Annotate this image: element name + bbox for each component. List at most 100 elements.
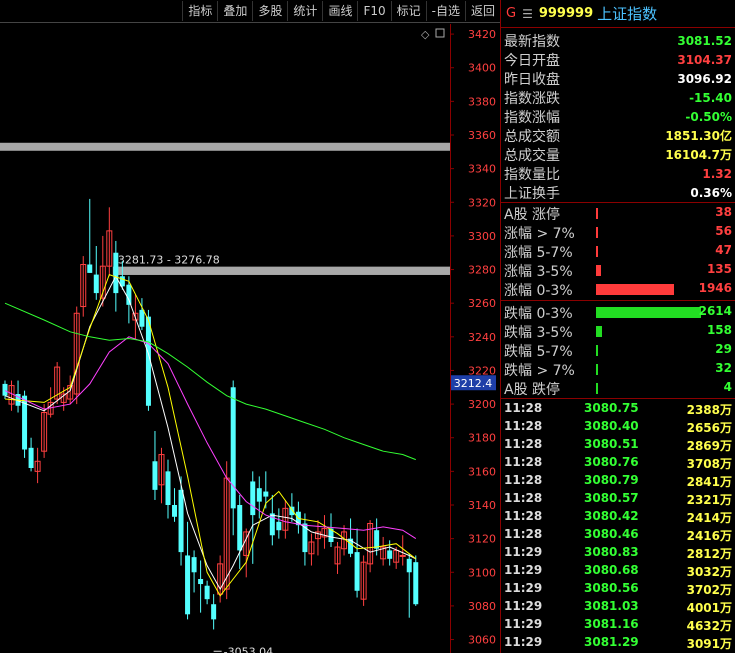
breadth-row: 跌幅 > 7% 32: [504, 360, 732, 379]
tick-price: 3080.51: [584, 437, 639, 451]
tick-volume: 3708万: [686, 457, 732, 471]
tick-price: 3080.79: [584, 473, 639, 487]
tick-row[interactable]: 11:29 3081.16 4632万: [504, 617, 732, 635]
quote-label: 指数量比: [504, 166, 560, 183]
tick-time: 11:29: [504, 545, 543, 559]
quote-value: 16104.7万: [665, 148, 732, 162]
tick-price: 3080.75: [584, 401, 639, 415]
quote-row: 总成交额 1851.30亿: [504, 126, 732, 145]
tick-time: 11:29: [504, 635, 543, 649]
candle-body-down: [256, 488, 262, 502]
tick-row[interactable]: 11:28 3080.76 3708万: [504, 455, 732, 473]
square-icon: [435, 28, 445, 38]
current-price-label: 3212.4: [454, 377, 493, 390]
breadth-count: 29: [715, 342, 732, 356]
tick-time: 11:28: [504, 437, 543, 451]
quote-value: 3081.52: [677, 33, 732, 48]
tick-time: 11:29: [504, 581, 543, 595]
breadth-label: 跌幅 5-7%: [504, 344, 573, 360]
tick-row[interactable]: 11:28 3080.51 2869万: [504, 437, 732, 455]
quote-label: 指数涨跌: [504, 90, 560, 107]
tick-price: 3081.29: [584, 635, 639, 649]
tick-row[interactable]: 11:28 3080.46 2416万: [504, 527, 732, 545]
candle-body-down: [387, 550, 393, 559]
tick-row[interactable]: 11:28 3080.57 2321万: [504, 491, 732, 509]
y-tick-label: 3340: [468, 163, 496, 176]
quote-value: 0.36%: [690, 185, 732, 200]
y-tick-label: 3360: [468, 129, 496, 142]
menu-icon[interactable]: ☰: [522, 7, 533, 21]
tick-time: 11:28: [504, 455, 543, 469]
tick-row[interactable]: 11:29 3081.03 4001万: [504, 599, 732, 617]
tick-volume: 4001万: [686, 601, 732, 615]
breadth-row: 跌幅 5-7% 29: [504, 341, 732, 360]
breadth-count: 2614: [698, 304, 732, 318]
candle-body-down: [204, 585, 210, 600]
candle-body-down: [374, 530, 380, 549]
quote-label: 总成交量: [504, 147, 560, 164]
tick-row[interactable]: 11:28 3080.79 2841万: [504, 473, 732, 491]
y-tick-label: 3280: [468, 264, 496, 277]
quote-label: 指数涨幅: [504, 109, 560, 126]
instrument-name: 上证指数: [597, 5, 658, 23]
candle-body-down: [211, 604, 217, 620]
tick-row[interactable]: 11:28 3080.75 2388万: [504, 401, 732, 419]
tick-row[interactable]: 11:29 3080.56 3702万: [504, 581, 732, 599]
breadth-row: A股 涨停 38: [504, 204, 732, 223]
candle-body-down: [93, 274, 99, 294]
breadth-row: 跌幅 3-5% 158: [504, 322, 732, 341]
y-tick-label: 3400: [468, 62, 496, 75]
breadth-label: 涨幅 0-3%: [504, 283, 573, 299]
breadth-count: 32: [715, 361, 732, 375]
quote-label: 昨日收盘: [504, 71, 560, 88]
tick-row[interactable]: 11:28 3080.40 2656万: [504, 419, 732, 437]
tick-row[interactable]: 11:29 3080.68 3032万: [504, 563, 732, 581]
candle-body-down: [237, 505, 243, 551]
moving-average-line: [4, 302, 416, 461]
breadth-count: 47: [715, 243, 732, 257]
tick-time: 11:29: [504, 563, 543, 577]
breadth-label: 涨幅 3-5%: [504, 264, 573, 280]
candle-body-down: [263, 491, 269, 497]
candle-body-down: [126, 284, 132, 305]
breadth-count: 1946: [698, 281, 732, 295]
candlestick-chart-pane[interactable]: 指标 叠加 多股 统计 画线 F10 标记 -自选 返回 3060 3080 3100 3120 314…: [0, 0, 500, 653]
candle-body-down: [185, 555, 191, 615]
candle-body-down: [406, 558, 412, 573]
tick-row[interactable]: 11:29 3080.83 2812万: [504, 545, 732, 563]
tick-price: 3080.57: [584, 491, 639, 505]
price-zone-band: [112, 266, 450, 275]
breadth-bar: [596, 307, 701, 318]
tick-time: 11:28: [504, 419, 543, 433]
quote-row: 总成交量 16104.7万: [504, 145, 732, 164]
y-tick-label: 3240: [468, 331, 496, 344]
breadth-bar: [596, 345, 598, 356]
diamond-icon: ◇: [421, 28, 430, 41]
y-tick-label: 3060: [468, 634, 496, 647]
breadth-bar: [596, 326, 602, 337]
breadth-bar: [596, 383, 598, 394]
candlestick-chart[interactable]: 3060308031003120314031603180320032203240…: [0, 0, 500, 653]
tick-time: 11:28: [504, 473, 543, 487]
tick-volume: 3702万: [686, 583, 732, 597]
quote-label: 上证换手: [504, 185, 560, 202]
quote-label: 今日开盘: [504, 52, 560, 69]
tick-row[interactable]: 11:29 3081.29 3091万: [504, 635, 732, 653]
quote-row: 指数量比 1.32: [504, 164, 732, 183]
tick-volume: 2388万: [686, 403, 732, 417]
moving-average-line: [4, 275, 417, 591]
breadth-bar: [596, 265, 601, 276]
tick-time: 11:29: [504, 599, 543, 613]
candle-body-down: [139, 309, 145, 327]
quote-value: 3104.37: [677, 52, 732, 67]
breadth-label: 跌幅 0-3%: [504, 306, 573, 322]
tick-volume: 3091万: [686, 637, 732, 651]
zone-annotation: 3281.73 - 3276.78: [118, 254, 220, 267]
breadth-row: 涨幅 0-3% 1946: [504, 280, 732, 299]
tick-volume: 2841万: [686, 475, 732, 489]
tick-volume: 2656万: [686, 421, 732, 435]
candle-body-down: [198, 579, 204, 585]
tick-row[interactable]: 11:28 3080.42 2414万: [504, 509, 732, 527]
candle-body-down: [250, 481, 256, 516]
separator: [501, 300, 735, 301]
